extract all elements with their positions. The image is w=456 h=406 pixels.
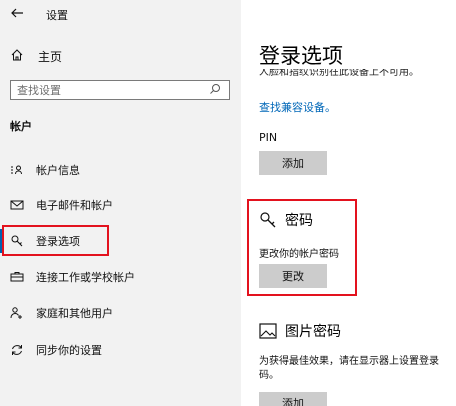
account-info-icon bbox=[10, 163, 24, 177]
password-heading: 密码 bbox=[259, 210, 313, 230]
picture-password-title: 图片密码 bbox=[285, 324, 341, 340]
sync-icon bbox=[10, 343, 24, 357]
main-content: 登录选项 人脸和指纹识别在此设备上不可用。 查找兼容设备。 PIN 添加 密码 … bbox=[241, 0, 456, 406]
sidebar-item-label: 帐户信息 bbox=[36, 164, 80, 177]
title-bar: 设置 bbox=[0, 0, 241, 28]
section-title: 帐户 bbox=[10, 120, 32, 133]
sidebar-item-email[interactable]: 电子邮件和帐户 bbox=[0, 191, 241, 219]
sidebar-item-family[interactable]: 家庭和其他用户 bbox=[0, 299, 241, 327]
sidebar: 设置 主页 帐户 帐户信息 电子邮件和帐户 登录选项 bbox=[0, 0, 241, 406]
search-input[interactable] bbox=[11, 81, 201, 99]
briefcase-icon bbox=[10, 270, 24, 284]
password-change-button[interactable]: 更改 bbox=[259, 264, 327, 288]
page-title: 登录选项 bbox=[259, 44, 343, 68]
sidebar-item-label: 连接工作或学校帐户 bbox=[36, 271, 135, 284]
biometric-note: 人脸和指纹识别在此设备上不可用。 bbox=[259, 69, 419, 77]
search-box[interactable] bbox=[10, 80, 230, 100]
sidebar-item-label: 同步你的设置 bbox=[36, 344, 102, 357]
search-icon[interactable] bbox=[209, 83, 223, 97]
home-nav-item[interactable]: 主页 bbox=[10, 46, 230, 66]
sidebar-item-account-info[interactable]: 帐户信息 bbox=[0, 156, 241, 184]
person-add-icon bbox=[10, 306, 24, 320]
key-icon bbox=[259, 211, 277, 229]
sidebar-item-sync[interactable]: 同步你的设置 bbox=[0, 336, 241, 364]
password-title: 密码 bbox=[285, 213, 313, 229]
sidebar-item-label: 家庭和其他用户 bbox=[36, 307, 113, 320]
pin-label: PIN bbox=[259, 131, 278, 144]
home-label: 主页 bbox=[38, 49, 63, 64]
sidebar-item-label: 电子邮件和帐户 bbox=[36, 199, 113, 212]
pin-add-button[interactable]: 添加 bbox=[259, 151, 327, 175]
password-description: 更改你的帐户密码 bbox=[259, 249, 339, 260]
window-title: 设置 bbox=[46, 9, 68, 22]
picture-password-heading: 图片密码 bbox=[259, 321, 341, 341]
find-compatible-devices-link[interactable]: 查找兼容设备。 bbox=[259, 99, 336, 115]
highlight-box bbox=[2, 225, 109, 256]
home-icon bbox=[10, 48, 26, 64]
back-arrow-icon[interactable] bbox=[10, 6, 28, 22]
picture-password-description: 为获得最佳效果，请在显示器上设置登录码。 bbox=[259, 356, 439, 381]
picture-password-add-button[interactable]: 添加 bbox=[259, 392, 327, 406]
picture-icon bbox=[259, 323, 277, 339]
email-icon bbox=[10, 198, 24, 212]
sidebar-item-work-school[interactable]: 连接工作或学校帐户 bbox=[0, 263, 241, 291]
